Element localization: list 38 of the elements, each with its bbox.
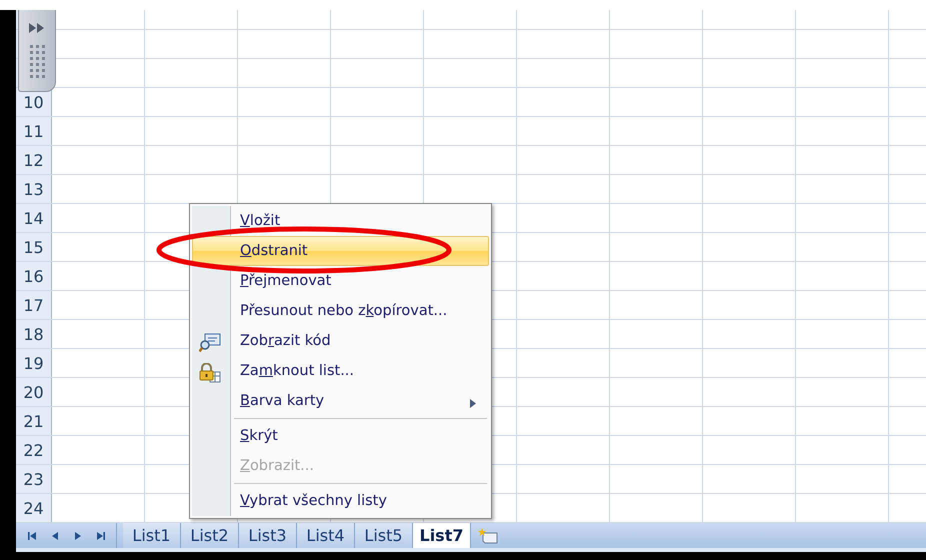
row-header[interactable]: 20	[16, 378, 52, 406]
menu-item[interactable]: Přejmenovat	[192, 266, 489, 296]
sheet-tab[interactable]: List3	[239, 523, 297, 548]
first-sheet-icon[interactable]	[26, 530, 36, 540]
row-header[interactable]: 15	[16, 233, 52, 261]
previous-sheet-icon[interactable]	[50, 530, 60, 540]
menu-item[interactable]: Přesunout nebo zkopírovat...	[192, 296, 489, 326]
last-sheet-icon[interactable]	[96, 530, 106, 540]
row-header[interactable]: 11	[16, 117, 52, 145]
sheet-tab[interactable]: List5	[355, 523, 413, 548]
row-header[interactable]: 21	[16, 407, 52, 435]
sheet-tab[interactable]: List1	[123, 523, 181, 548]
row-header[interactable]: 13	[16, 175, 52, 203]
menu-item[interactable]: Zamknout list...	[192, 356, 489, 386]
padlock-grid-icon	[199, 363, 221, 383]
row-header[interactable]: 23	[16, 465, 52, 493]
menu-item[interactable]: Zobrazit kód	[192, 326, 489, 356]
sheet-tab[interactable]: List7	[413, 523, 471, 548]
menu-item[interactable]: Odstranit	[192, 236, 489, 266]
grip-icon[interactable]	[27, 42, 47, 78]
sheet-tab[interactable]: List2	[181, 523, 239, 548]
menu-item[interactable]: Barva karty	[192, 386, 489, 416]
row-header[interactable]: 18	[16, 320, 52, 348]
sheet-tab[interactable]: List4	[297, 523, 355, 548]
row-header[interactable]: 22	[16, 436, 52, 464]
row-header[interactable]: 12	[16, 146, 52, 174]
row-header[interactable]: 14	[16, 204, 52, 232]
menu-item[interactable]: Vybrat všechny listy	[192, 486, 489, 516]
row-header[interactable]: 16	[16, 262, 52, 290]
row-header[interactable]: 17	[16, 291, 52, 319]
floating-toolbar[interactable]	[18, 10, 56, 92]
menu-item[interactable]: Skrýt	[192, 421, 489, 451]
menu-item[interactable]: Vložit	[192, 206, 489, 236]
magnifier-window-icon	[199, 333, 221, 353]
next-sheet-icon[interactable]	[72, 530, 82, 540]
row-header[interactable]: 24	[16, 494, 52, 522]
row-header[interactable]: 19	[16, 349, 52, 377]
submenu-arrow-icon	[470, 399, 476, 408]
